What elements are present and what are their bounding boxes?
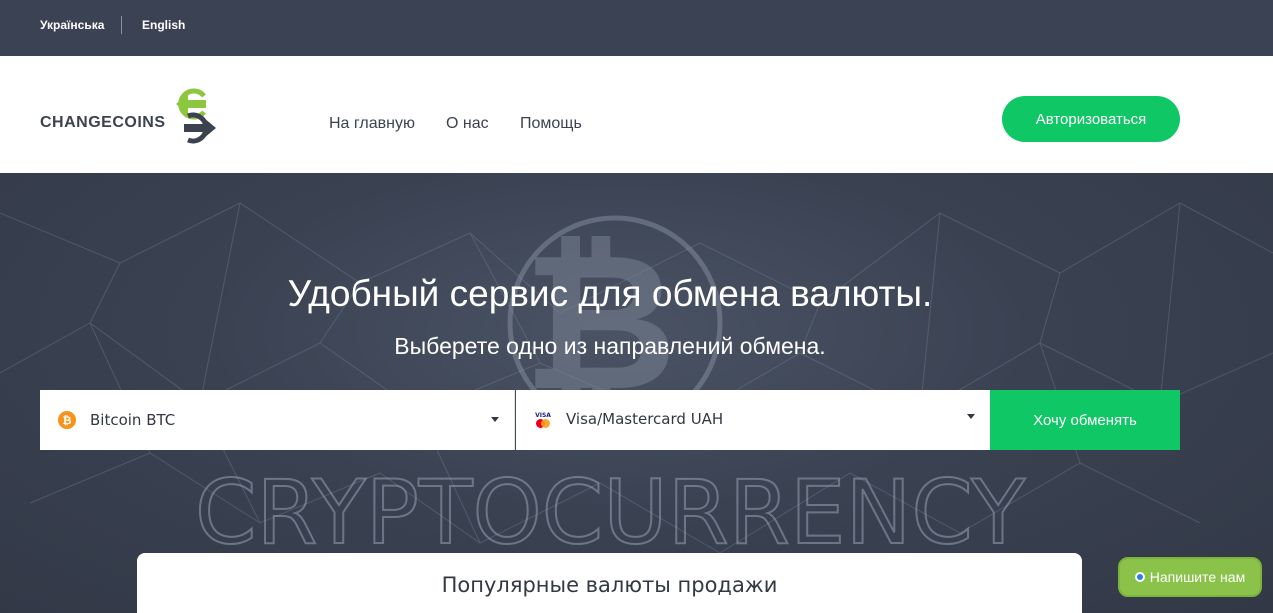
chat-label: Напишите нам <box>1149 569 1246 585</box>
nav-home-link[interactable]: На главную <box>329 115 415 133</box>
svg-text:₿: ₿ <box>63 414 72 427</box>
chevron-down-icon <box>967 414 975 419</box>
top-bar: Українська English <box>0 0 1273 56</box>
hero-subtitle: Выберете одно из направлений обмена. <box>394 333 826 359</box>
hero-title: Удобный сервис для обмена валюты. <box>287 273 933 314</box>
popular-currencies-card: Популярные валюты продажи <box>137 553 1082 613</box>
from-currency-label: Bitcoin BTC <box>90 411 176 429</box>
hero-watermark-text: CRYPTOCURRENCY <box>195 461 1025 564</box>
to-currency-select[interactable]: VISA Visa/Mastercard UAH <box>516 390 990 450</box>
bitcoin-icon: ₿ <box>58 411 76 429</box>
lang-ukrainian-link[interactable]: Українська <box>40 18 104 32</box>
logo[interactable]: CHANGECOINS <box>40 86 230 146</box>
lang-english-link[interactable]: English <box>142 18 185 32</box>
svg-text:VISA: VISA <box>535 412 551 419</box>
status-dot-icon <box>1134 572 1145 582</box>
hero-section: ₿ CRYPTOCURRENCY Удобный сервис для обме… <box>0 173 1273 613</box>
logo-text: CHANGECOINS <box>40 114 166 131</box>
chat-widget-button[interactable]: Напишите нам <box>1118 557 1262 597</box>
nav-about-link[interactable]: О нас <box>446 115 489 133</box>
popular-currencies-title: Популярные валюты продажи <box>441 573 778 597</box>
lang-divider <box>121 16 122 34</box>
chevron-down-icon <box>491 417 499 422</box>
nav-help-link[interactable]: Помощь <box>520 115 582 133</box>
from-currency-select[interactable]: ₿ Bitcoin BTC <box>40 390 515 450</box>
site-header: CHANGECOINS На главную О нас Помощь Авто… <box>0 56 1273 173</box>
visa-mastercard-icon: VISA <box>534 411 552 428</box>
login-button[interactable]: Авторизоваться <box>1002 96 1180 142</box>
exchange-submit-button[interactable]: Хочу обменять <box>990 390 1180 450</box>
to-currency-label: Visa/Mastercard UAH <box>566 410 724 428</box>
arrows-exchange-icon <box>176 88 216 144</box>
